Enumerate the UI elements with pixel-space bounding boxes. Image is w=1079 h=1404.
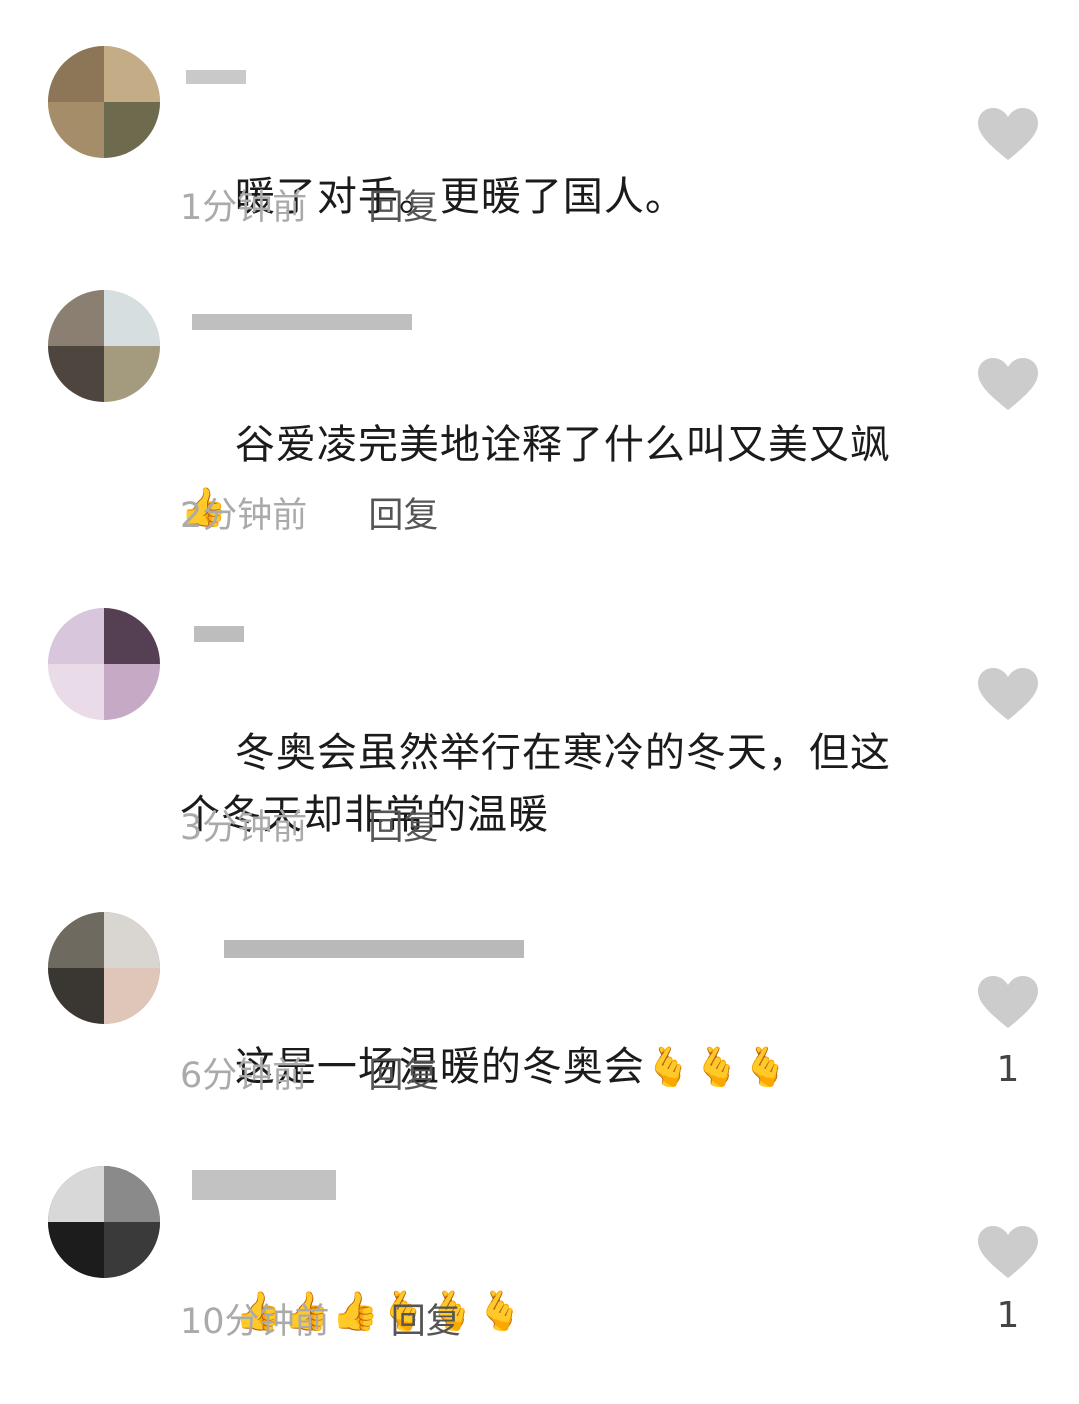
heart-icon[interactable] xyxy=(978,668,1038,722)
heart-icon[interactable] xyxy=(978,108,1038,162)
comment-item: 暖了对手。更暖了国人。 1分钟前 回复 xyxy=(0,0,1079,260)
comment-item: 谷爱凌完美地诠释了什么叫又美又飒 👍 2分钟前 回复 xyxy=(0,260,1079,580)
finger-heart-emoji: 🫰🫰🫰 xyxy=(644,1045,790,1089)
avatar[interactable] xyxy=(48,1166,160,1278)
comment-meta: 10分钟前 回复 xyxy=(180,1302,461,1342)
comment-meta: 6分钟前 回复 xyxy=(180,1056,438,1096)
heart-icon[interactable] xyxy=(978,358,1038,412)
like-count: 1 xyxy=(996,1049,1020,1090)
username-blurred[interactable] xyxy=(180,1170,340,1200)
comment-item: 👍👍👍🫰🫰🫰 10分钟前 回复 1 xyxy=(0,1140,1079,1349)
comment-meta: 3分钟前 回复 xyxy=(180,808,438,848)
reply-button[interactable]: 回复 xyxy=(391,1302,461,1342)
comment-time: 1分钟前 xyxy=(180,188,308,228)
avatar[interactable] xyxy=(48,608,160,720)
avatar[interactable] xyxy=(48,46,160,158)
heart-icon[interactable] xyxy=(978,976,1038,1030)
username-blurred[interactable] xyxy=(180,62,260,92)
comment-text: 冬奥会虽然举行在寒冷的冬天，但这个冬天却非常的温暖 xyxy=(180,730,891,838)
comment-time: 3分钟前 xyxy=(180,808,308,848)
comment-time: 6分钟前 xyxy=(180,1056,308,1096)
username-blurred[interactable] xyxy=(180,616,250,646)
comment-meta: 2分钟前 回复 xyxy=(180,496,438,536)
heart-icon[interactable] xyxy=(978,1226,1038,1280)
comment-time: 10分钟前 xyxy=(180,1302,330,1342)
username-blurred[interactable] xyxy=(180,304,412,334)
reply-button[interactable]: 回复 xyxy=(368,188,438,228)
comment-meta: 1分钟前 回复 xyxy=(180,188,438,228)
avatar[interactable] xyxy=(48,912,160,1024)
reply-button[interactable]: 回复 xyxy=(368,808,438,848)
like-count: 1 xyxy=(996,1295,1020,1336)
comment-item: 这是一场温暖的冬奥会🫰🫰🫰 6分钟前 回复 1 xyxy=(0,890,1079,1140)
avatar[interactable] xyxy=(48,290,160,402)
comment-text: 谷爱凌完美地诠释了什么叫又美又飒 👍 xyxy=(180,352,920,600)
reply-button[interactable]: 回复 xyxy=(368,1056,438,1096)
comment-item: 冬奥会虽然举行在寒冷的冬天，但这个冬天却非常的温暖 3分钟前 回复 xyxy=(0,580,1079,890)
comment-time: 2分钟前 xyxy=(180,496,308,536)
reply-button[interactable]: 回复 xyxy=(368,496,438,536)
username-blurred[interactable] xyxy=(180,930,524,960)
